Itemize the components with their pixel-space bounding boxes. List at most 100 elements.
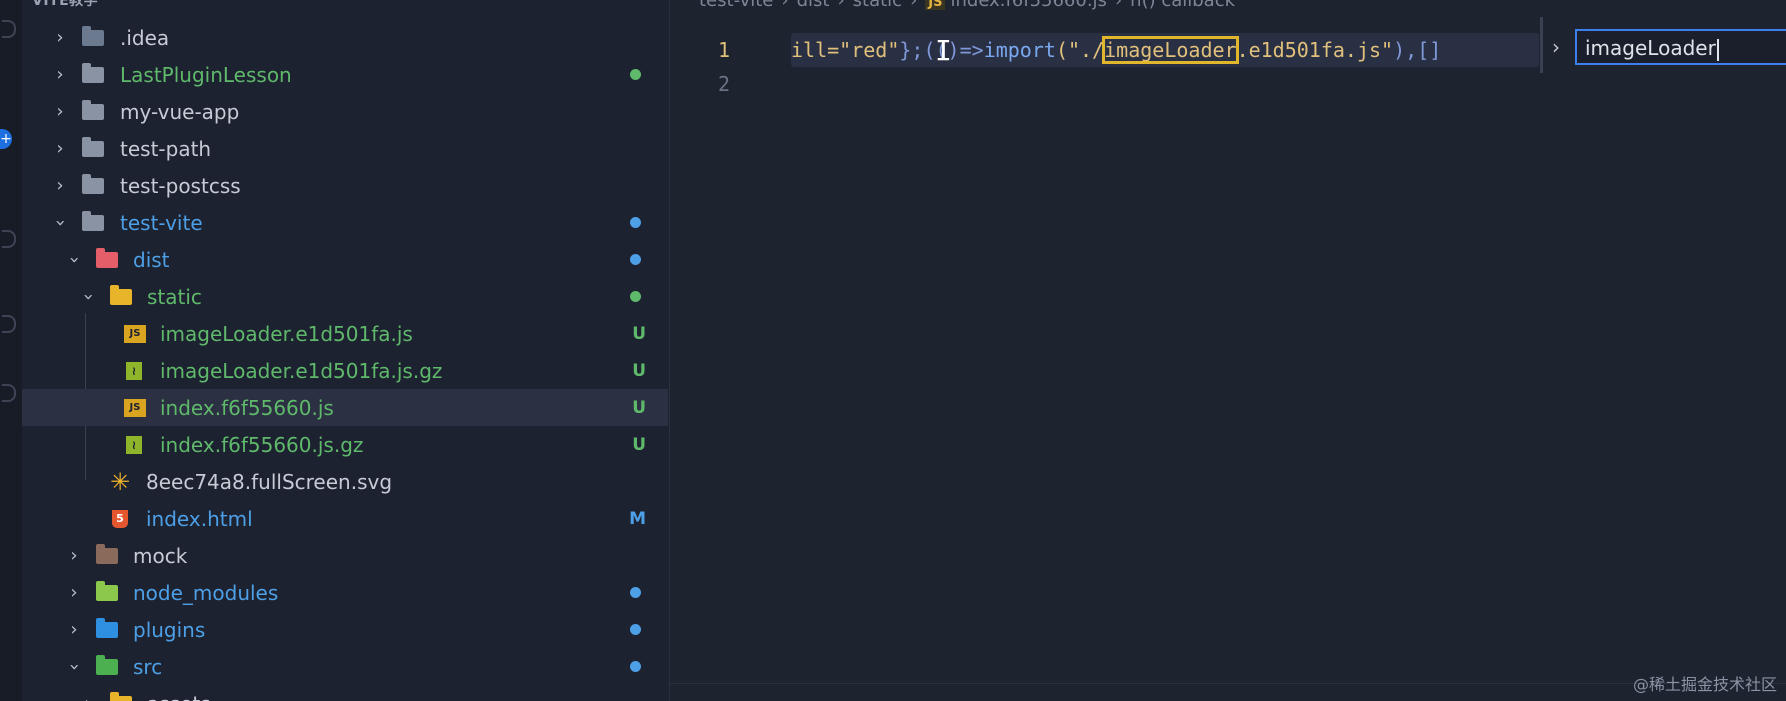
- divider: [1540, 17, 1543, 73]
- tree-item-label: 8eec74a8.fullScreen.svg: [146, 469, 393, 494]
- code-token: (()=>: [923, 38, 984, 62]
- folder-icon: [82, 136, 104, 157]
- tree-item-src[interactable]: › src: [22, 648, 668, 685]
- tree-item-lastpluginlesson[interactable]: › LastPluginLesson: [22, 56, 668, 93]
- git-status-dot: [630, 661, 641, 672]
- tree-item-my-vue-app[interactable]: › my-vue-app: [22, 93, 668, 130]
- explorer-sidebar: VITE教学 › ​.idea › LastPluginLesson › my-…: [22, 0, 668, 701]
- tree-item-label: index.html: [146, 506, 253, 531]
- tree-item-label: index.f6f55660.js: [160, 395, 334, 420]
- tree-item-idea[interactable]: › ​.idea: [22, 19, 668, 56]
- folder-mock-icon: [96, 543, 118, 564]
- git-status-dot: [630, 254, 641, 265]
- code-token: };: [899, 38, 924, 62]
- tree-item-label: static: [147, 284, 202, 309]
- line-number: 2: [717, 72, 730, 96]
- chevron-right-icon: ›: [80, 694, 96, 701]
- git-status-dot: [630, 587, 641, 598]
- explorer-title: VITE教学: [32, 0, 99, 9]
- tree-item-label: test-vite: [120, 210, 203, 235]
- tree-item-test-path[interactable]: › test-path: [22, 130, 668, 167]
- folder-assets-icon: [110, 691, 132, 701]
- tree-item-node-modules[interactable]: › node_modules: [22, 574, 668, 611]
- html5-file-icon: 5: [112, 509, 128, 528]
- breadcrumb: test-vite › dist › static › JS index.f6f55660.j…: [699, 0, 1235, 11]
- folder-icon: [82, 62, 104, 83]
- tree-item-label: index.f6f55660.js.gz: [160, 432, 364, 457]
- code-token: ),[]: [1393, 38, 1442, 62]
- breadcrumb-item[interactable]: test-vite: [699, 0, 773, 11]
- text-cursor-icon: I: [935, 34, 952, 67]
- tree-item-index-js[interactable]: JS index.f6f55660.js U: [22, 389, 668, 426]
- breadcrumb-item[interactable]: index.f6f55660.js: [950, 0, 1106, 11]
- code-line-1[interactable]: ill="red"};(()=>import("./imageLoader.e1…: [791, 33, 1539, 67]
- tree-item-mock[interactable]: › mock: [22, 537, 668, 574]
- breadcrumb-item[interactable]: dist: [797, 0, 830, 11]
- tree-item-index-gz[interactable]: ≀ index.f6f55660.js.gz U: [22, 426, 668, 463]
- git-status-dot: [630, 69, 641, 80]
- js-file-icon: JS: [925, 0, 946, 10]
- chevron-right-icon: ›: [70, 544, 78, 566]
- folder-icon: [82, 25, 104, 46]
- breadcrumb-item[interactable]: n() callback: [1130, 0, 1235, 11]
- tree-item-label: plugins: [133, 617, 206, 642]
- folder-plugins-icon: [96, 617, 118, 638]
- git-status-dot: [630, 291, 641, 302]
- line-number: 1: [717, 38, 730, 62]
- activity-marker: [2, 315, 16, 333]
- highlighted-symbol: imageLoader: [1102, 36, 1239, 64]
- tree-item-index-html[interactable]: 5 index.html M: [22, 500, 668, 537]
- tree-item-imageloader-gz[interactable]: ≀ imageLoader.e1d501fa.js.gz U: [22, 352, 668, 389]
- git-status-dot: [630, 217, 641, 228]
- tree-item-static[interactable]: › static: [22, 278, 668, 315]
- folder-open-icon: [82, 210, 104, 231]
- code-editor[interactable]: test-vite › dist › static › JS index.f6f55660.j…: [669, 0, 1786, 701]
- chevron-right-icon: ›: [781, 0, 789, 11]
- code-token: import: [983, 38, 1056, 62]
- chevron-right-icon: ›: [70, 618, 78, 640]
- watermark: @稀土掘金技术社区: [1632, 675, 1777, 694]
- chevron-right-icon: ›: [837, 0, 845, 11]
- archive-file-icon: ≀: [126, 435, 142, 454]
- tree-item-label: LastPluginLesson: [120, 62, 292, 87]
- archive-file-icon: ≀: [126, 361, 142, 380]
- folder-static-icon: [110, 284, 132, 305]
- tree-item-label: assets: [147, 692, 211, 701]
- js-file-icon: JS: [124, 324, 146, 343]
- folder-node-icon: [96, 580, 118, 601]
- tree-item-label: imageLoader.e1d501fa.js.gz: [160, 358, 443, 383]
- find-input-value: imageLoader: [1585, 36, 1716, 60]
- tree-item-imageloader-js[interactable]: JS imageLoader.e1d501fa.js U: [22, 315, 668, 352]
- find-input[interactable]: imageLoader: [1575, 29, 1786, 65]
- chevron-right-icon: ›: [1114, 0, 1123, 11]
- tree-item-dist[interactable]: › dist: [22, 241, 668, 278]
- chevron-right-icon: ›: [910, 0, 918, 11]
- git-status-badge: U: [632, 397, 646, 418]
- tree-item-fullscreen-svg[interactable]: ✳ 8eec74a8.fullScreen.svg: [22, 463, 668, 500]
- tree-item-test-postcss[interactable]: › test-postcss: [22, 167, 668, 204]
- breadcrumb-item[interactable]: static: [853, 0, 902, 11]
- notification-badge-icon[interactable]: +: [0, 129, 12, 149]
- chevron-right-icon: ›: [56, 63, 64, 85]
- git-status-badge: M: [629, 508, 646, 529]
- chevron-right-icon[interactable]: ›: [1552, 35, 1568, 59]
- chevron-down-icon: ›: [78, 292, 99, 301]
- chevron-right-icon: ›: [56, 26, 64, 48]
- tree-item-label: test-postcss: [120, 173, 241, 198]
- tree-item-plugins[interactable]: › plugins: [22, 611, 668, 648]
- chevron-down-icon: ›: [64, 255, 85, 264]
- js-file-icon: JS: [124, 398, 146, 417]
- tree-item-label: node_modules: [133, 580, 279, 605]
- tree-item-label: ​.idea: [120, 25, 170, 50]
- code-token: ill="red": [791, 38, 900, 62]
- tree-item-assets[interactable]: › assets: [22, 685, 668, 701]
- activity-marker: [2, 384, 16, 402]
- activity-bar: +: [0, 0, 23, 701]
- editor-bottom-border: [670, 683, 1786, 684]
- git-status-badge: U: [632, 434, 646, 455]
- chevron-right-icon: ›: [56, 174, 64, 196]
- activity-marker: [2, 230, 16, 248]
- folder-src-icon: [96, 654, 118, 675]
- folder-dist-icon: [96, 247, 118, 268]
- tree-item-test-vite[interactable]: › test-vite: [22, 204, 668, 241]
